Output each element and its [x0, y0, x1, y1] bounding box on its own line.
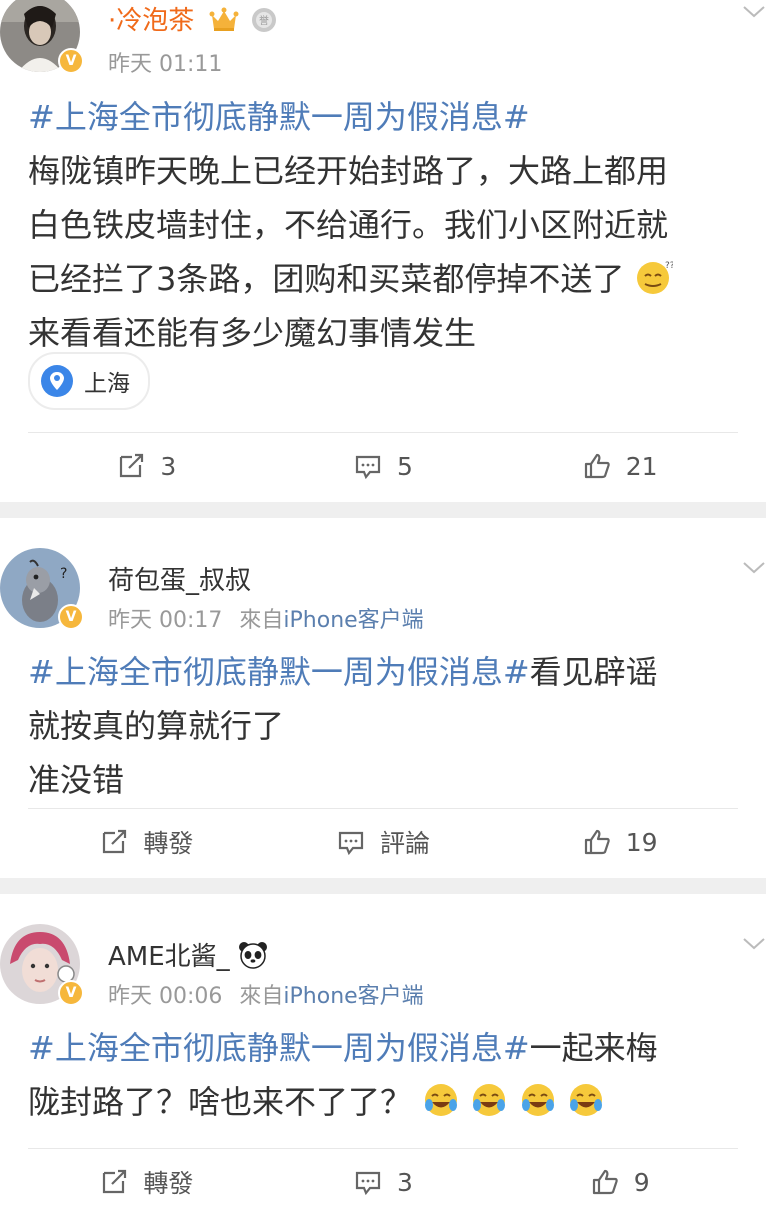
svg-text:??: ?? [665, 261, 673, 271]
chevron-down-icon[interactable] [742, 556, 766, 580]
username[interactable]: 荷包蛋_叔叔 [108, 560, 251, 597]
username[interactable]: ·冷泡茶 誉 [108, 0, 277, 37]
like-button[interactable]: 21 [501, 451, 738, 481]
post-card[interactable]: ? V 荷包蛋_叔叔 昨天 00:17 來自iPhone客户端 #上海全市彻底静… [0, 518, 766, 878]
thumbs-up-icon [584, 453, 610, 479]
action-bar: 3 5 21 [28, 433, 738, 499]
comment-icon [338, 831, 364, 856]
source-link[interactable]: iPhone客户端 [283, 608, 423, 633]
comment-icon [355, 455, 381, 480]
post-text: #上海全市彻底静默一周为假消息# 梅陇镇昨天晚上已经开始封路了，大路上都用 白色… [28, 90, 746, 360]
crown-icon [209, 7, 239, 31]
source-link[interactable]: iPhone客户端 [283, 984, 423, 1009]
post-card[interactable]: V ·冷泡茶 誉 昨天 01:11 #上海全市彻底静默一周为假消息# 梅陇镇昨天… [0, 0, 766, 502]
topic-link[interactable]: #上海全市彻底静默一周为假消息# [28, 653, 530, 691]
repost-icon [120, 453, 144, 478]
post-body: #上海全市彻底静默一周为假消息#一起来梅 陇封路了？啥也来不了了？ [28, 1021, 746, 1129]
comment-button[interactable]: 5 [265, 451, 502, 481]
location-pin-icon [41, 365, 73, 397]
like-button[interactable]: 9 [501, 1167, 738, 1197]
topic-link[interactable]: #上海全市彻底静默一周为假消息# [28, 1029, 530, 1067]
action-bar: 轉發 評論 19 [28, 809, 738, 875]
post-body: #上海全市彻底静默一周为假消息#看见辟谣 就按真的算就行了 准没错 [28, 645, 746, 807]
location-label: 上海 [84, 371, 130, 397]
post-time: 昨天 01:11 [108, 52, 223, 77]
crying-laughing-emoji-icon [569, 1084, 602, 1116]
post-time: 昨天 00:06 [108, 984, 223, 1009]
post-meta: 昨天 01:11 [108, 46, 222, 78]
comment-button[interactable]: 3 [265, 1167, 502, 1197]
post-text: #上海全市彻底静默一周为假消息#看见辟谣 就按真的算就行了 准没错 [28, 653, 658, 799]
medal-icon: 誉 [251, 8, 276, 32]
thumbs-up-icon [584, 829, 610, 855]
avatar[interactable]: V [0, 0, 84, 74]
repost-icon [103, 829, 127, 854]
post-body: #上海全市彻底静默一周为假消息# 梅陇镇昨天晚上已经开始封路了，大路上都用 白色… [28, 90, 746, 360]
username[interactable]: AME北酱_ [108, 936, 268, 973]
repost-icon [103, 1169, 127, 1194]
svg-text:?: ? [60, 566, 67, 582]
feed: V ·冷泡茶 誉 昨天 01:11 #上海全市彻底静默一周为假消息# 梅陇镇昨天… [0, 0, 766, 1224]
avatar[interactable]: V [0, 924, 84, 1006]
post-card[interactable]: V AME北酱_ 昨天 00:06 來自iPhone客户端 #上海全市彻底静默一… [0, 894, 766, 1224]
crying-laughing-emoji-icon [473, 1084, 506, 1116]
panda-emoji-icon [238, 942, 267, 969]
post-meta: 昨天 00:06 來自iPhone客户端 [108, 984, 424, 1009]
crying-laughing-emoji-icon [521, 1084, 554, 1116]
post-meta: 昨天 00:17 來自iPhone客户端 [108, 608, 424, 633]
repost-button[interactable]: 轉發 [28, 824, 265, 860]
post-time: 昨天 00:17 [108, 608, 223, 633]
chevron-down-icon[interactable] [742, 932, 766, 956]
location-chip[interactable]: 上海 [28, 352, 150, 410]
verified-badge-icon: V [58, 980, 84, 1006]
repost-button[interactable]: 3 [28, 451, 265, 481]
avatar[interactable]: ? V [0, 548, 84, 630]
topic-link[interactable]: #上海全市彻底静默一周为假消息# [28, 98, 530, 136]
repost-button[interactable]: 轉發 [28, 1164, 265, 1200]
crying-laughing-emoji-icon [425, 1084, 458, 1116]
action-bar: 轉發 3 9 [28, 1149, 738, 1215]
svg-text:誉: 誉 [259, 14, 269, 27]
chevron-down-icon[interactable] [742, 0, 766, 24]
thumbs-up-icon [592, 1169, 618, 1195]
comment-icon [355, 1171, 381, 1196]
verified-badge-icon: V [58, 604, 84, 630]
like-button[interactable]: 19 [501, 827, 738, 857]
comment-button[interactable]: 評論 [265, 824, 502, 860]
verified-badge-icon: V [58, 48, 84, 74]
thinking-emoji-icon: ?? [636, 261, 673, 294]
post-text: #上海全市彻底静默一周为假消息#一起来梅 陇封路了？啥也来不了了？ [28, 1029, 658, 1121]
